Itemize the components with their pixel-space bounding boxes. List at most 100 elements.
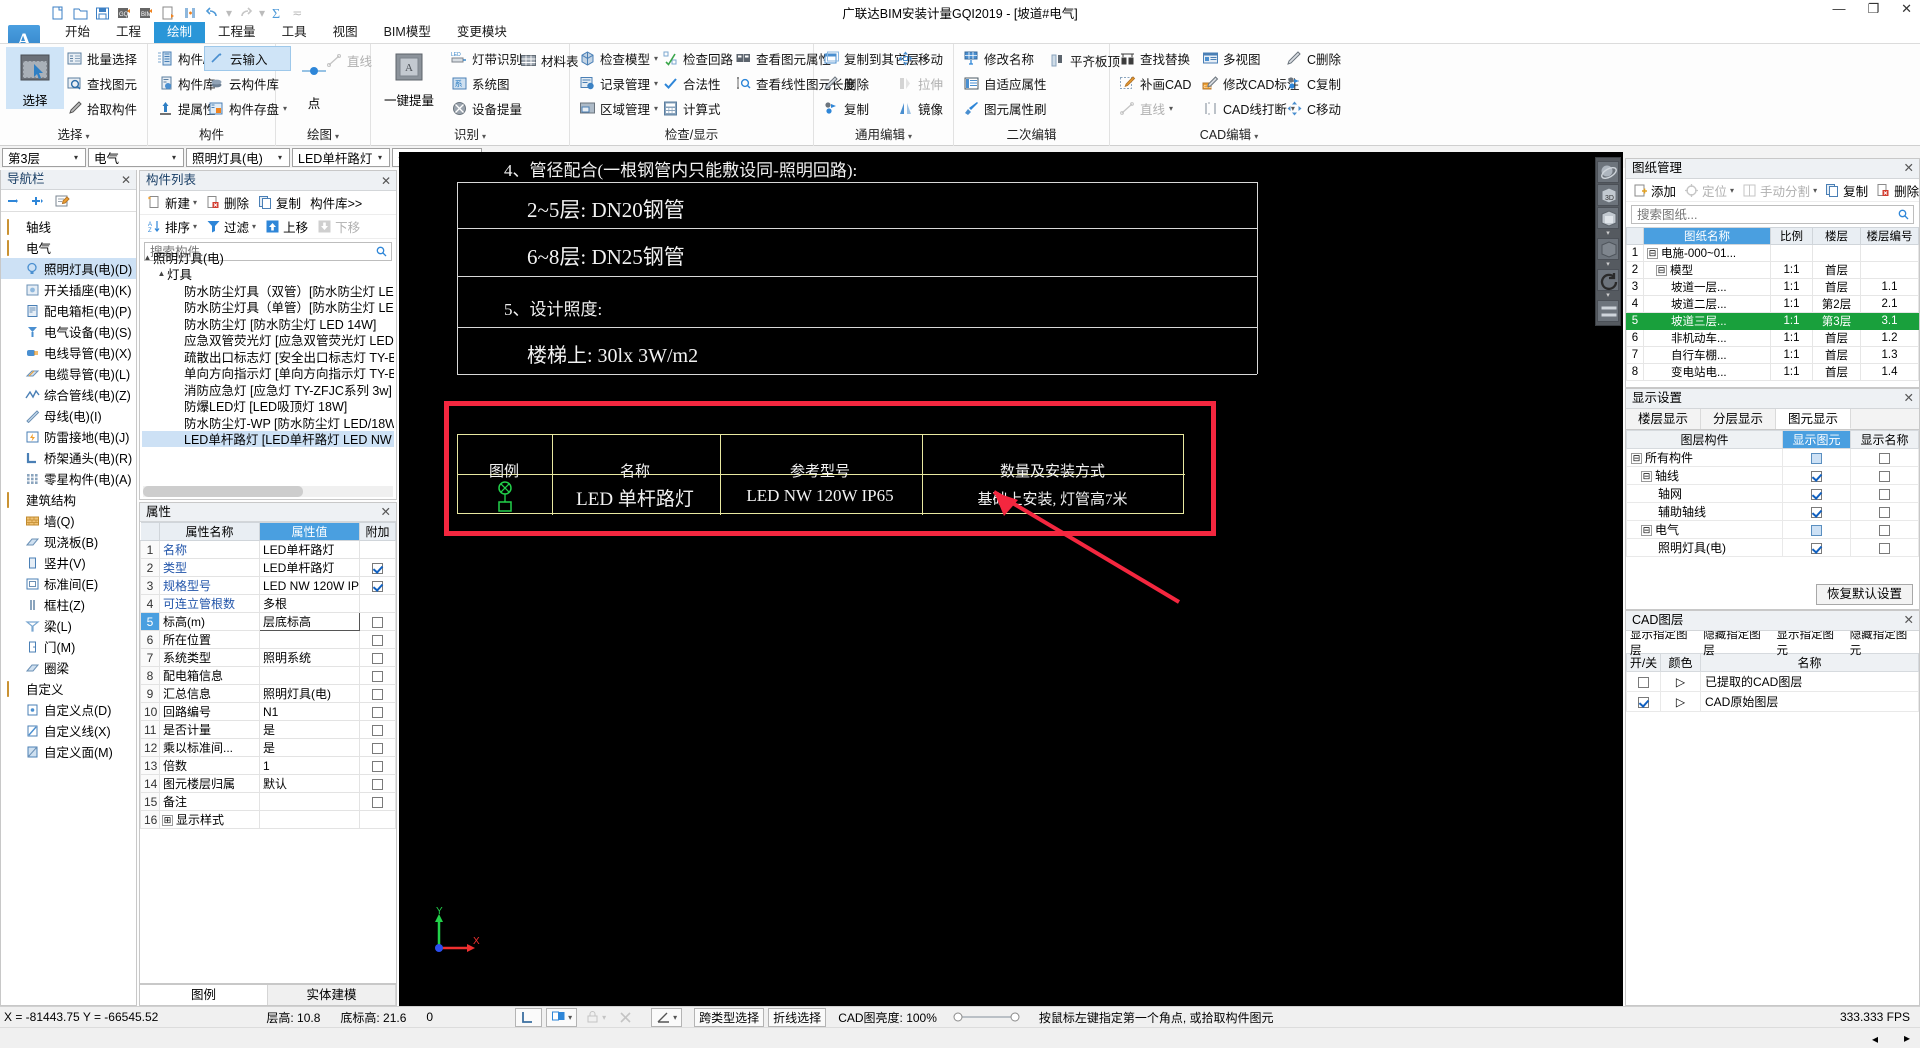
- checkbox[interactable]: [372, 760, 383, 772]
- checkbox[interactable]: [1811, 470, 1822, 482]
- property-value[interactable]: 是: [259, 720, 360, 739]
- table-row[interactable]: 12 乘以标准间... 是: [140, 738, 396, 757]
- move-button[interactable]: 移动: [893, 46, 947, 71]
- device-extract-button[interactable]: 设备提量: [447, 96, 526, 121]
- checkbox[interactable]: [1879, 452, 1890, 464]
- table-row[interactable]: 8 变电站电... 1:1 首层 1.4: [1626, 363, 1919, 381]
- checkbox[interactable]: [1879, 542, 1890, 554]
- nav-item-tray-fitting[interactable]: 桥架通头(电)(R): [1, 447, 136, 468]
- chevron-down-icon[interactable]: ▾: [273, 153, 287, 162]
- nav-item-grounding[interactable]: 防雷接地(电)(J): [1, 426, 136, 447]
- new-icon[interactable]: [50, 5, 67, 22]
- qat-more-icon[interactable]: ≂: [292, 6, 302, 20]
- scrollbar-thumb[interactable]: [143, 486, 303, 497]
- checkbox[interactable]: [372, 670, 383, 682]
- reset-defaults-button[interactable]: 恢复默认设置: [1815, 584, 1913, 605]
- chevron-down-icon[interactable]: ▾: [1596, 230, 1620, 237]
- property-extra[interactable]: [359, 810, 396, 829]
- chevron-down-icon[interactable]: ▾: [482, 132, 486, 141]
- dwg-name[interactable]: 坡道一层...: [1643, 278, 1771, 296]
- property-value-editing[interactable]: 层底标高: [259, 612, 360, 631]
- component-select[interactable]: LED单杆路灯 ▾: [292, 147, 390, 167]
- chevron-down-icon[interactable]: ▾: [673, 1013, 677, 1022]
- close-icon[interactable]: ✕: [381, 172, 391, 191]
- angle-button[interactable]: ▾: [651, 1007, 683, 1027]
- table-row[interactable]: 2 ⊟ 模型 1:1 首层: [1626, 261, 1919, 279]
- cross-type-select-button[interactable]: 跨类型选择: [694, 1007, 765, 1027]
- component-tree-row[interactable]: 防爆LED灯 [LED吸顶灯 18W]: [142, 398, 394, 414]
- adaptive-property-button[interactable]: 自适应属性: [959, 71, 1051, 96]
- sort-button[interactable]: AZ 排序 ▾: [144, 216, 200, 237]
- nav-item-electrical[interactable]: 电气: [1, 237, 136, 258]
- chevron-down-icon[interactable]: ▾: [69, 153, 83, 162]
- component-tree-row[interactable]: 单向方向指示灯 [单向方向指示灯 TY-BLJC系列 1: [142, 365, 394, 381]
- dwg-name[interactable]: 坡道三层...: [1643, 312, 1771, 330]
- nav-item-wall[interactable]: 墙(Q): [1, 510, 136, 531]
- drawing-search-input[interactable]: [1632, 206, 1913, 223]
- chevron-down-icon[interactable]: ▾: [86, 132, 90, 141]
- tab-element-display[interactable]: 图元显示: [1776, 409, 1852, 429]
- property-value[interactable]: [259, 810, 360, 829]
- nav-item-ring-beam[interactable]: 圈梁: [1, 657, 136, 678]
- tab-start[interactable]: 开始: [52, 22, 103, 43]
- check-circuit-button[interactable]: 检查回路: [658, 46, 737, 71]
- table-row[interactable]: 1 名称 LED单杆路灯: [140, 540, 396, 559]
- find-replace-button[interactable]: 查找替换: [1115, 46, 1195, 71]
- component-tree-row[interactable]: 防水防尘灯具（双管）[防水防尘灯 LED NW 2x: [142, 282, 394, 299]
- nav-item-slab[interactable]: 现浇板(B): [1, 531, 136, 552]
- checkbox[interactable]: [372, 634, 383, 646]
- component-tree-row[interactable]: ▲ 照明灯具(电): [142, 249, 394, 266]
- show-element-cell[interactable]: [1782, 466, 1851, 485]
- color-fill-button[interactable]: ▾: [546, 1007, 578, 1027]
- property-value[interactable]: 1: [259, 756, 360, 775]
- system-diagram-button[interactable]: 系 系统图: [447, 71, 526, 96]
- table-row[interactable]: 6 所在位置: [140, 630, 396, 649]
- dwg-name[interactable]: 自行车棚...: [1643, 346, 1771, 364]
- collapse-icon[interactable]: ⊟: [1631, 453, 1642, 465]
- copy-component-button[interactable]: 复制: [255, 192, 304, 213]
- layer-label[interactable]: ⊟ 所有构件: [1626, 448, 1783, 467]
- pick-component-button[interactable]: 拾取构件: [62, 96, 141, 121]
- table-row[interactable]: 15 备注: [140, 792, 396, 811]
- table-row-selected[interactable]: 5 坡道三层... 1:1 第3层 3.1: [1626, 312, 1919, 330]
- brightness-slider[interactable]: [949, 1008, 1027, 1027]
- table-row[interactable]: 4 可连立管根数 多根: [140, 594, 396, 613]
- checkbox[interactable]: [1811, 542, 1822, 554]
- layer-label[interactable]: 轴网: [1626, 484, 1783, 503]
- checkbox[interactable]: [1811, 488, 1822, 500]
- property-extra[interactable]: [359, 540, 396, 559]
- show-element-cell[interactable]: [1782, 448, 1851, 467]
- property-extra[interactable]: [359, 738, 396, 757]
- area-manage-button[interactable]: 区域管理 ▾: [575, 96, 662, 121]
- table-row[interactable]: 7 自行车棚... 1:1 首层 1.3: [1626, 346, 1919, 364]
- nav-item-misc-component[interactable]: 零星构件(电)(A): [1, 468, 136, 489]
- mirror-button[interactable]: 镜像: [893, 96, 947, 121]
- cad-layer-name[interactable]: 已提取的CAD图层: [1700, 671, 1919, 692]
- checkbox[interactable]: [372, 724, 383, 736]
- collapse-icon[interactable]: [7, 194, 23, 208]
- dwg-name[interactable]: ⊟ 电施-000~01...: [1643, 244, 1771, 262]
- checkbox[interactable]: [372, 652, 383, 664]
- tab-view[interactable]: 视图: [320, 22, 371, 43]
- tab-quantity[interactable]: 工程量: [205, 22, 269, 43]
- layer-label[interactable]: ⊟ 轴线: [1626, 466, 1783, 485]
- layer-label[interactable]: ⊟ 电气: [1626, 520, 1783, 539]
- nav-item-busbar[interactable]: 母线(电)(I): [1, 405, 136, 426]
- property-value[interactable]: [259, 630, 360, 649]
- collapse-icon[interactable]: ⊟: [1656, 265, 1667, 277]
- filter-button[interactable]: 过滤 ▾: [203, 216, 259, 237]
- component-tree-row[interactable]: 防水防尘灯-WP [防水防尘灯 LED/18W1500lm/l: [142, 414, 394, 431]
- show-element-cell[interactable]: [1782, 538, 1851, 557]
- show-name-cell[interactable]: [1850, 538, 1919, 557]
- nav-item-electrical-equipment[interactable]: 电气设备(电)(S): [1, 321, 136, 342]
- table-row[interactable]: 辅助轴线: [1626, 502, 1919, 521]
- section-icon[interactable]: [1597, 300, 1619, 322]
- drawing-search[interactable]: [1631, 205, 1914, 224]
- find-element-button[interactable]: 查找图元: [62, 71, 141, 96]
- search-icon[interactable]: [1898, 209, 1909, 220]
- tab-legend[interactable]: 图例: [140, 985, 268, 1005]
- layer-label[interactable]: 照明灯具(电): [1626, 538, 1783, 557]
- tab-solid-modeling[interactable]: 实体建模: [268, 985, 396, 1005]
- table-row[interactable]: 7 系统类型 照明系统: [140, 648, 396, 667]
- table-row[interactable]: 4 坡道二层... 1:1 第2层 2.1: [1626, 295, 1919, 313]
